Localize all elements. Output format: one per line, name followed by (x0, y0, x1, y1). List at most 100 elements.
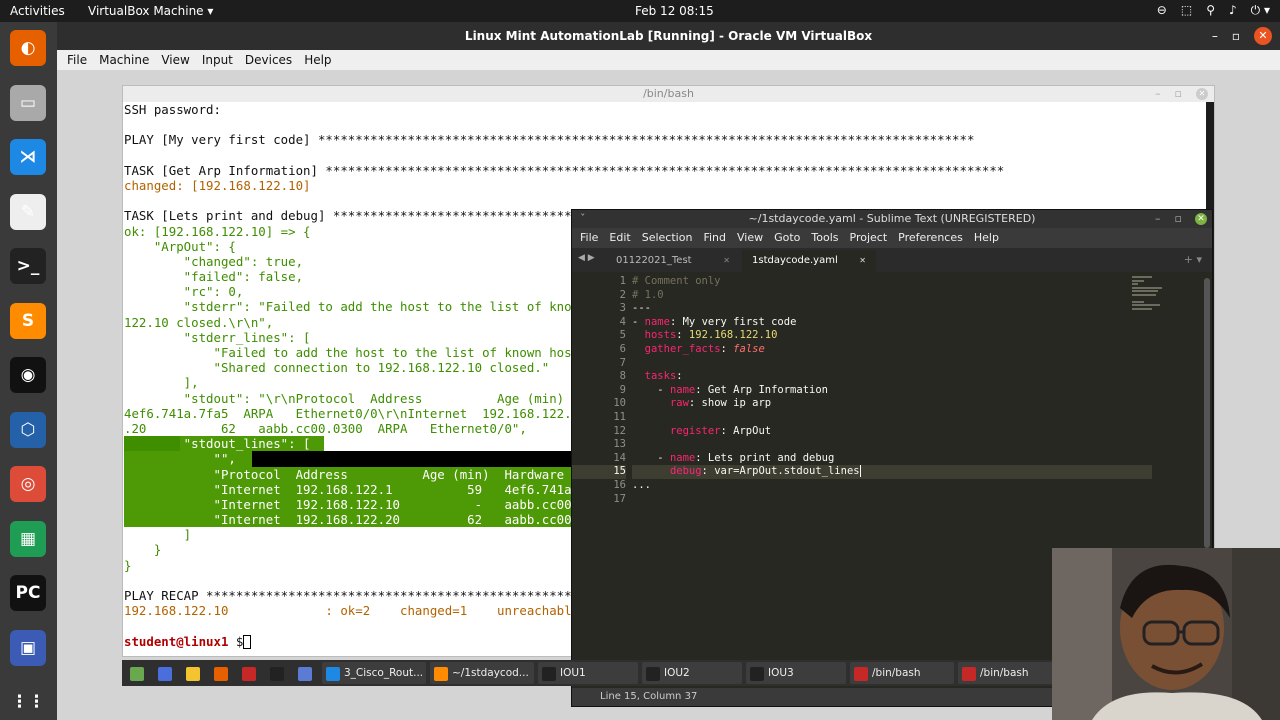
sublime-menu-file[interactable]: File (580, 228, 598, 248)
code-line[interactable] (632, 493, 1152, 507)
sublime-menubar: File Edit Selection Find View Goto Tools Projec… (572, 228, 1212, 248)
terminal-icon[interactable]: >_ (10, 248, 46, 284)
code-line[interactable]: # Comment only (632, 275, 1152, 289)
taskbar-window-button[interactable]: IOU1 (538, 662, 638, 684)
text-editor-icon[interactable]: ✎ (10, 193, 46, 230)
close-icon[interactable]: ✕ (1254, 27, 1272, 45)
taskbar-launcher[interactable] (266, 662, 290, 684)
power-icon[interactable]: ⏻ ▾ (1251, 3, 1270, 18)
spreadsheet-icon[interactable]: ▦ (10, 520, 46, 557)
code-line[interactable]: - name: Get Arp Information (632, 384, 1152, 398)
sublime-menu-preferences[interactable]: Preferences (898, 228, 963, 248)
sublime-menu-chevron-icon[interactable]: ˇ (580, 210, 586, 228)
code-line[interactable]: ... (632, 479, 1152, 493)
code-line[interactable]: gather_facts: false (632, 343, 1152, 357)
network-icon[interactable]: ⚲ (1206, 3, 1215, 18)
code-text[interactable]: # Comment only # 1.0 --- - name: My very fi… (632, 272, 1152, 506)
code-line[interactable]: - name: Lets print and debug (632, 452, 1152, 466)
sublime-menu-project[interactable]: Project (850, 228, 888, 248)
new-tab-icon[interactable]: + ▾ (1184, 253, 1202, 266)
taskbar-label: 3_Cisco_Rout... (344, 667, 424, 679)
menu-view[interactable]: View (161, 50, 189, 70)
sublime-icon[interactable]: S (10, 302, 46, 339)
virtualbox-icon[interactable]: ⬡ (10, 411, 46, 448)
prompt-symbol: $ (228, 633, 244, 649)
menu-file[interactable]: File (67, 50, 87, 70)
terminal-line: PLAY [My very first code] **************… (124, 132, 975, 148)
terminal-maximize-icon[interactable]: ▫ (1175, 86, 1182, 102)
line-number: 9 (619, 383, 626, 396)
line-number: 16 (613, 478, 626, 491)
screen-icon[interactable]: ⬚ (1181, 3, 1192, 18)
editor-scrollbar[interactable] (1204, 278, 1210, 548)
minimap[interactable] (1132, 276, 1172, 316)
chrome-icon[interactable]: ◎ (10, 466, 46, 502)
code-token: name (644, 315, 670, 328)
code-line[interactable] (632, 438, 1152, 452)
tab-nav-arrows-icon[interactable]: ◀ ▶ (578, 253, 595, 263)
obs-icon[interactable]: ◉ (10, 357, 46, 393)
code-line[interactable]: # 1.0 (632, 289, 1152, 303)
taskbar-launcher[interactable] (182, 662, 206, 684)
menu-help[interactable]: Help (304, 50, 331, 70)
code-line[interactable]: - name: My very first code (632, 316, 1152, 330)
taskbar-launcher[interactable] (294, 662, 318, 684)
code-line[interactable]: hosts: 192.168.122.10 (632, 329, 1152, 343)
clock[interactable]: Feb 12 08:15 (635, 4, 714, 18)
taskbar-window-button[interactable]: IOU3 (746, 662, 846, 684)
code-line[interactable]: debug: var=ArpOut.stdout_lines (632, 465, 1152, 479)
taskbar-window-button[interactable]: ~/1stdaycod... (430, 662, 534, 684)
taskbar-window-button[interactable]: /bin/bash (958, 662, 1062, 684)
minimize-icon[interactable]: – (1212, 22, 1218, 50)
taskbar-window-button[interactable]: IOU2 (642, 662, 742, 684)
sublime-menu-tools[interactable]: Tools (811, 228, 838, 248)
line-number: 6 (619, 342, 626, 355)
sublime-close-icon[interactable]: ✕ (1195, 213, 1207, 225)
app-menu-button[interactable]: VirtualBox Machine ▾ (88, 4, 213, 18)
volume-icon[interactable]: ♪ (1229, 3, 1237, 18)
taskbar-launcher[interactable] (126, 662, 150, 684)
taskbar-launcher[interactable] (238, 662, 262, 684)
code-line[interactable] (632, 357, 1152, 371)
files-icon[interactable]: ▭ (10, 84, 46, 121)
sublime-menu-help[interactable]: Help (974, 228, 999, 248)
taskbar-launcher[interactable] (154, 662, 178, 684)
menu-input[interactable]: Input (202, 50, 233, 70)
sublime-menu-edit[interactable]: Edit (609, 228, 630, 248)
code-line[interactable]: register: ArpOut (632, 425, 1152, 439)
code-line[interactable] (632, 411, 1152, 425)
line-number: 11 (613, 410, 626, 423)
taskbar-window-button[interactable]: 3_Cisco_Rout... (322, 662, 426, 684)
sublime-menu-find[interactable]: Find (703, 228, 726, 248)
vscode-icon[interactable]: ⋊ (10, 139, 46, 175)
sublime-menu-selection[interactable]: Selection (642, 228, 693, 248)
sublime-menu-view[interactable]: View (737, 228, 763, 248)
maximize-icon[interactable]: ▫ (1232, 22, 1240, 50)
tab-label: 01122021_Test (616, 255, 692, 266)
tab-close-icon[interactable]: ✕ (723, 250, 730, 272)
sublime-menu-goto[interactable]: Goto (774, 228, 800, 248)
tab-close-icon[interactable]: ✕ (859, 250, 866, 272)
terminal-close-icon[interactable]: ✕ (1196, 88, 1208, 100)
remote-desktop-icon[interactable]: ▣ (10, 629, 46, 666)
taskbar-launcher[interactable] (210, 662, 234, 684)
code-token: debug (669, 465, 702, 478)
show-apps-icon[interactable]: ⋮⋮ (10, 684, 46, 720)
sublime-minimize-icon[interactable]: – (1155, 210, 1161, 228)
pycharm-icon[interactable]: PC (10, 575, 46, 611)
terminal-minimize-icon[interactable]: – (1155, 86, 1161, 102)
updates-icon[interactable]: ⊖ (1157, 3, 1167, 18)
code-line[interactable]: --- (632, 302, 1152, 316)
code-line[interactable]: raw: show ip arp (632, 397, 1152, 411)
activities-button[interactable]: Activities (10, 4, 65, 18)
code-line[interactable]: tasks: (632, 370, 1152, 384)
firefox-icon[interactable]: ◐ (10, 30, 46, 66)
tab-01122021-test[interactable]: 01122021_Test ✕ (606, 250, 740, 272)
menu-devices[interactable]: Devices (245, 50, 292, 70)
sublime-maximize-icon[interactable]: ▫ (1175, 210, 1182, 228)
menu-machine[interactable]: Machine (99, 50, 149, 70)
code-token: : show ip arp (688, 397, 772, 410)
taskbar-window-button[interactable]: /bin/bash (850, 662, 954, 684)
tab-1stdaycode-yaml[interactable]: 1stdaycode.yaml ✕ (742, 250, 876, 272)
